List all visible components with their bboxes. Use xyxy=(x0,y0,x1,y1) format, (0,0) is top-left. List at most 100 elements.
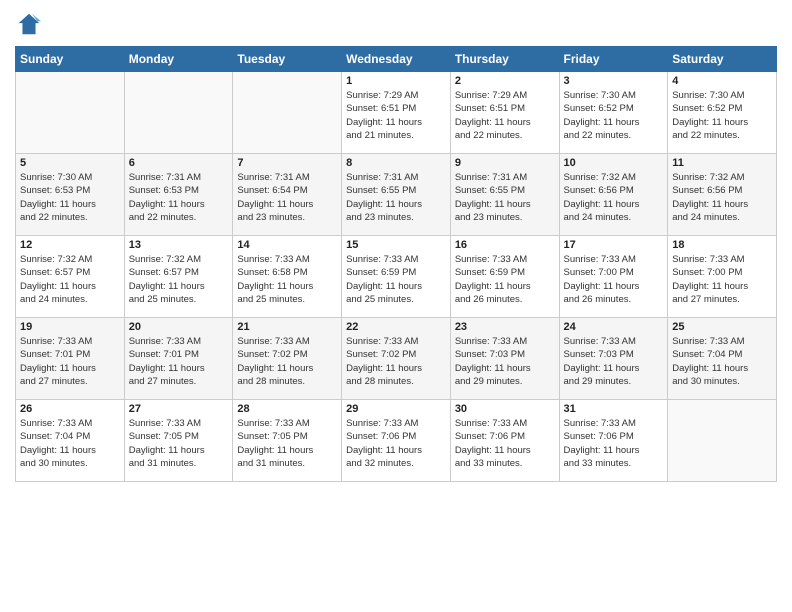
day-number: 27 xyxy=(129,403,229,415)
calendar-cell: 9 Sunrise: 7:31 AM Sunset: 6:55 PM Daylig… xyxy=(450,154,559,236)
weekday-header-friday: Friday xyxy=(559,47,668,72)
day-info: Sunrise: 7:29 AM Sunset: 6:51 PM Dayligh… xyxy=(455,89,555,142)
day-number: 13 xyxy=(129,239,229,251)
day-number: 15 xyxy=(346,239,446,251)
calendar-cell: 18 Sunrise: 7:33 AM Sunset: 7:00 PM Dayli… xyxy=(668,236,777,318)
calendar-cell: 6Sunrise: 7:31 AM Sunset: 6:53 PM Daylig… xyxy=(124,154,233,236)
calendar-cell xyxy=(16,72,125,154)
calendar-cell: 17 Sunrise: 7:33 AM Sunset: 7:00 PM Dayli… xyxy=(559,236,668,318)
day-number: 14 xyxy=(237,239,337,251)
calendar-cell xyxy=(233,72,342,154)
page: SundayMondayTuesdayWednesdayThursdayFrid… xyxy=(0,0,792,612)
weekday-header-sunday: Sunday xyxy=(16,47,125,72)
calendar-cell: 19Sunrise: 7:33 AM Sunset: 7:01 PM Dayli… xyxy=(16,318,125,400)
day-info: Sunrise: 7:33 AM Sunset: 7:00 PM Dayligh… xyxy=(564,253,664,306)
day-info: Sunrise: 7:31 AM Sunset: 6:55 PM Dayligh… xyxy=(346,171,446,224)
day-info: Sunrise: 7:31 AM Sunset: 6:53 PM Dayligh… xyxy=(129,171,229,224)
calendar-week-4: 19Sunrise: 7:33 AM Sunset: 7:01 PM Dayli… xyxy=(16,318,777,400)
day-info: Sunrise: 7:32 AM Sunset: 6:57 PM Dayligh… xyxy=(20,253,120,306)
day-info: Sunrise: 7:33 AM Sunset: 7:06 PM Dayligh… xyxy=(564,417,664,470)
day-info: Sunrise: 7:31 AM Sunset: 6:55 PM Dayligh… xyxy=(455,171,555,224)
day-number: 3 xyxy=(564,75,664,87)
day-number: 1 xyxy=(346,75,446,87)
calendar-cell: 13 Sunrise: 7:32 AM Sunset: 6:57 PM Dayli… xyxy=(124,236,233,318)
calendar-cell: 30Sunrise: 7:33 AM Sunset: 7:06 PM Dayli… xyxy=(450,400,559,482)
day-info: Sunrise: 7:32 AM Sunset: 6:57 PM Dayligh… xyxy=(129,253,229,306)
calendar-cell: 1 Sunrise: 7:29 AM Sunset: 6:51 PM Daylig… xyxy=(342,72,451,154)
calendar-cell: 23 Sunrise: 7:33 AM Sunset: 7:03 PM Dayli… xyxy=(450,318,559,400)
day-info: Sunrise: 7:33 AM Sunset: 6:58 PM Dayligh… xyxy=(237,253,337,306)
calendar-cell: 25 Sunrise: 7:33 AM Sunset: 7:04 PM Dayli… xyxy=(668,318,777,400)
day-info: Sunrise: 7:33 AM Sunset: 7:06 PM Dayligh… xyxy=(346,417,446,470)
calendar-cell: 8Sunrise: 7:31 AM Sunset: 6:55 PM Daylig… xyxy=(342,154,451,236)
day-number: 4 xyxy=(672,75,772,87)
day-number: 9 xyxy=(455,157,555,169)
weekday-header-row: SundayMondayTuesdayWednesdayThursdayFrid… xyxy=(16,47,777,72)
day-number: 22 xyxy=(346,321,446,333)
day-info: Sunrise: 7:33 AM Sunset: 7:04 PM Dayligh… xyxy=(672,335,772,388)
calendar-cell: 20Sunrise: 7:33 AM Sunset: 7:01 PM Dayli… xyxy=(124,318,233,400)
day-number: 10 xyxy=(564,157,664,169)
calendar-cell: 16 Sunrise: 7:33 AM Sunset: 6:59 PM Dayli… xyxy=(450,236,559,318)
day-info: Sunrise: 7:33 AM Sunset: 7:02 PM Dayligh… xyxy=(346,335,446,388)
day-info: Sunrise: 7:32 AM Sunset: 6:56 PM Dayligh… xyxy=(672,171,772,224)
calendar-cell: 21 Sunrise: 7:33 AM Sunset: 7:02 PM Dayli… xyxy=(233,318,342,400)
calendar-cell: 22 Sunrise: 7:33 AM Sunset: 7:02 PM Dayli… xyxy=(342,318,451,400)
calendar-cell: 11 Sunrise: 7:32 AM Sunset: 6:56 PM Dayli… xyxy=(668,154,777,236)
weekday-header-wednesday: Wednesday xyxy=(342,47,451,72)
weekday-header-monday: Monday xyxy=(124,47,233,72)
day-number: 2 xyxy=(455,75,555,87)
calendar-cell: 31Sunrise: 7:33 AM Sunset: 7:06 PM Dayli… xyxy=(559,400,668,482)
day-info: Sunrise: 7:31 AM Sunset: 6:54 PM Dayligh… xyxy=(237,171,337,224)
calendar-week-2: 5 Sunrise: 7:30 AM Sunset: 6:53 PM Daylig… xyxy=(16,154,777,236)
day-number: 23 xyxy=(455,321,555,333)
day-info: Sunrise: 7:33 AM Sunset: 7:02 PM Dayligh… xyxy=(237,335,337,388)
day-number: 16 xyxy=(455,239,555,251)
day-info: Sunrise: 7:33 AM Sunset: 7:04 PM Dayligh… xyxy=(20,417,120,470)
logo-icon xyxy=(15,10,43,38)
calendar-cell: 12 Sunrise: 7:32 AM Sunset: 6:57 PM Dayli… xyxy=(16,236,125,318)
calendar-cell: 24Sunrise: 7:33 AM Sunset: 7:03 PM Dayli… xyxy=(559,318,668,400)
day-info: Sunrise: 7:33 AM Sunset: 7:05 PM Dayligh… xyxy=(237,417,337,470)
day-info: Sunrise: 7:33 AM Sunset: 6:59 PM Dayligh… xyxy=(346,253,446,306)
weekday-header-thursday: Thursday xyxy=(450,47,559,72)
calendar-cell xyxy=(668,400,777,482)
day-number: 20 xyxy=(129,321,229,333)
calendar-cell: 7Sunrise: 7:31 AM Sunset: 6:54 PM Daylig… xyxy=(233,154,342,236)
day-info: Sunrise: 7:33 AM Sunset: 6:59 PM Dayligh… xyxy=(455,253,555,306)
calendar-cell xyxy=(124,72,233,154)
weekday-header-tuesday: Tuesday xyxy=(233,47,342,72)
calendar-table: SundayMondayTuesdayWednesdayThursdayFrid… xyxy=(15,46,777,482)
day-info: Sunrise: 7:29 AM Sunset: 6:51 PM Dayligh… xyxy=(346,89,446,142)
day-number: 25 xyxy=(672,321,772,333)
calendar-cell: 2 Sunrise: 7:29 AM Sunset: 6:51 PM Daylig… xyxy=(450,72,559,154)
calendar-cell: 26 Sunrise: 7:33 AM Sunset: 7:04 PM Dayli… xyxy=(16,400,125,482)
day-info: Sunrise: 7:30 AM Sunset: 6:52 PM Dayligh… xyxy=(564,89,664,142)
day-info: Sunrise: 7:33 AM Sunset: 7:05 PM Dayligh… xyxy=(129,417,229,470)
calendar-cell: 4Sunrise: 7:30 AM Sunset: 6:52 PM Daylig… xyxy=(668,72,777,154)
logo xyxy=(15,10,47,38)
day-info: Sunrise: 7:33 AM Sunset: 7:03 PM Dayligh… xyxy=(455,335,555,388)
day-number: 5 xyxy=(20,157,120,169)
day-number: 29 xyxy=(346,403,446,415)
calendar-week-1: 1 Sunrise: 7:29 AM Sunset: 6:51 PM Daylig… xyxy=(16,72,777,154)
day-number: 12 xyxy=(20,239,120,251)
day-info: Sunrise: 7:33 AM Sunset: 7:03 PM Dayligh… xyxy=(564,335,664,388)
day-number: 26 xyxy=(20,403,120,415)
day-info: Sunrise: 7:30 AM Sunset: 6:53 PM Dayligh… xyxy=(20,171,120,224)
calendar-cell: 10 Sunrise: 7:32 AM Sunset: 6:56 PM Dayli… xyxy=(559,154,668,236)
day-info: Sunrise: 7:33 AM Sunset: 7:01 PM Dayligh… xyxy=(20,335,120,388)
calendar-week-3: 12 Sunrise: 7:32 AM Sunset: 6:57 PM Dayli… xyxy=(16,236,777,318)
day-info: Sunrise: 7:32 AM Sunset: 6:56 PM Dayligh… xyxy=(564,171,664,224)
calendar-cell: 29 Sunrise: 7:33 AM Sunset: 7:06 PM Dayli… xyxy=(342,400,451,482)
day-number: 18 xyxy=(672,239,772,251)
header xyxy=(15,10,777,38)
day-number: 17 xyxy=(564,239,664,251)
day-number: 21 xyxy=(237,321,337,333)
calendar-cell: 15 Sunrise: 7:33 AM Sunset: 6:59 PM Dayli… xyxy=(342,236,451,318)
calendar-week-5: 26 Sunrise: 7:33 AM Sunset: 7:04 PM Dayli… xyxy=(16,400,777,482)
calendar-cell: 14 Sunrise: 7:33 AM Sunset: 6:58 PM Dayli… xyxy=(233,236,342,318)
calendar-cell: 5 Sunrise: 7:30 AM Sunset: 6:53 PM Daylig… xyxy=(16,154,125,236)
day-info: Sunrise: 7:33 AM Sunset: 7:00 PM Dayligh… xyxy=(672,253,772,306)
day-number: 11 xyxy=(672,157,772,169)
